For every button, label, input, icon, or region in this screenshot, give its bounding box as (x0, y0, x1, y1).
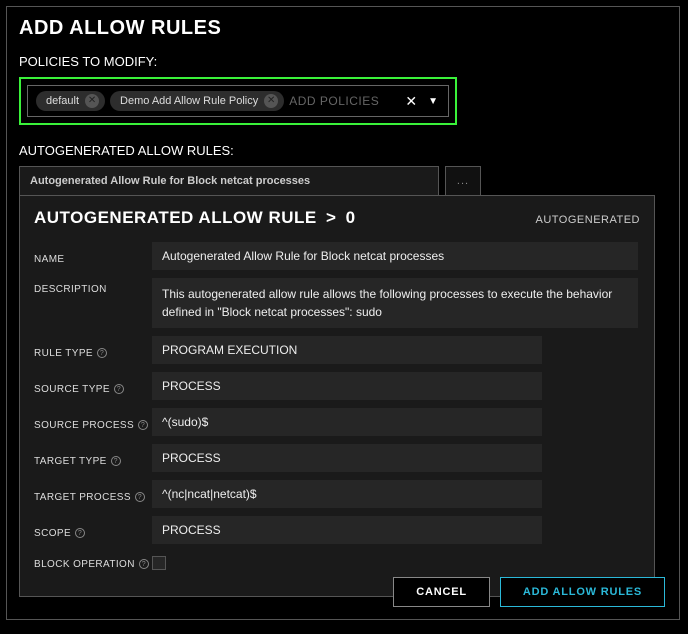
more-tabs-button[interactable]: ... (445, 166, 481, 196)
rule-title: AUTOGENERATED ALLOW RULE > 0 (34, 208, 356, 228)
help-icon[interactable]: ? (97, 348, 107, 358)
rule-details-panel: AUTOGENERATED ALLOW RULE > 0 AUTOGENERAT… (19, 195, 655, 597)
help-icon[interactable]: ? (111, 456, 121, 466)
dialog-footer: CANCEL ADD ALLOW RULES (393, 577, 665, 607)
block-operation-checkbox[interactable] (152, 556, 166, 570)
policy-chip: default ✕ (36, 91, 105, 111)
breadcrumb-separator: > (322, 208, 340, 227)
field-block-operation: BLOCK OPERATION ? (34, 552, 640, 570)
field-name: NAME Autogenerated Allow Rule for Block … (34, 242, 640, 270)
dialog-title: ADD ALLOW RULES (19, 17, 667, 40)
policies-input-container[interactable]: default ✕ Demo Add Allow Rule Policy ✕ A… (27, 85, 449, 117)
help-icon[interactable]: ? (138, 420, 148, 430)
autogen-tabs: Autogenerated Allow Rule for Block netca… (19, 166, 667, 196)
policy-chip-label: Demo Add Allow Rule Policy (120, 95, 258, 107)
add-allow-rules-dialog: ADD ALLOW RULES POLICIES TO MODIFY: defa… (6, 6, 680, 620)
rule-header: AUTOGENERATED ALLOW RULE > 0 AUTOGENERAT… (34, 208, 640, 228)
description-input[interactable]: This autogenerated allow rule allows the… (152, 278, 638, 328)
field-label: TARGET PROCESS ? (34, 486, 152, 503)
clear-all-icon[interactable]: ✕ (401, 93, 421, 110)
autogen-rule-tab[interactable]: Autogenerated Allow Rule for Block netca… (19, 166, 439, 196)
help-icon[interactable]: ? (139, 559, 149, 569)
autogen-label: AUTOGENERATED ALLOW RULES: (19, 143, 667, 158)
source-process-value: ^(sudo)$ (152, 408, 542, 436)
rule-type-value: PROGRAM EXECUTION (152, 336, 542, 364)
cancel-button[interactable]: CANCEL (393, 577, 490, 607)
target-process-value: ^(nc|ncat|netcat)$ (152, 480, 542, 508)
field-label: DESCRIPTION (34, 278, 152, 295)
name-input[interactable]: Autogenerated Allow Rule for Block netca… (152, 242, 638, 270)
field-label: BLOCK OPERATION ? (34, 553, 152, 570)
policies-label: POLICIES TO MODIFY: (19, 54, 667, 69)
help-icon[interactable]: ? (75, 528, 85, 538)
rule-title-prefix: AUTOGENERATED ALLOW RULE (34, 208, 317, 227)
chip-remove-icon[interactable]: ✕ (85, 94, 99, 108)
policy-chip: Demo Add Allow Rule Policy ✕ (110, 91, 284, 111)
policies-highlight-box: default ✕ Demo Add Allow Rule Policy ✕ A… (19, 77, 457, 125)
field-rule-type: RULE TYPE ? PROGRAM EXECUTION (34, 336, 640, 364)
chip-remove-icon[interactable]: ✕ (264, 94, 278, 108)
field-target-type: TARGET TYPE ? PROCESS (34, 444, 640, 472)
field-label: TARGET TYPE ? (34, 450, 152, 467)
rule-title-index: 0 (346, 208, 356, 227)
field-source-process: SOURCE PROCESS ? ^(sudo)$ (34, 408, 640, 436)
policy-chip-label: default (46, 95, 79, 107)
field-scope: SCOPE ? PROCESS (34, 516, 640, 544)
autogenerated-badge: AUTOGENERATED (536, 214, 641, 226)
field-target-process: TARGET PROCESS ? ^(nc|ncat|netcat)$ (34, 480, 640, 508)
field-label: SOURCE PROCESS ? (34, 414, 152, 431)
source-type-value: PROCESS (152, 372, 542, 400)
chevron-down-icon[interactable]: ▼ (426, 96, 440, 107)
field-label: SOURCE TYPE ? (34, 378, 152, 395)
field-label: RULE TYPE ? (34, 342, 152, 359)
target-type-value: PROCESS (152, 444, 542, 472)
policies-placeholder[interactable]: ADD POLICIES (289, 94, 396, 108)
help-icon[interactable]: ? (114, 384, 124, 394)
field-source-type: SOURCE TYPE ? PROCESS (34, 372, 640, 400)
field-description: DESCRIPTION This autogenerated allow rul… (34, 278, 640, 328)
help-icon[interactable]: ? (135, 492, 145, 502)
add-allow-rules-button[interactable]: ADD ALLOW RULES (500, 577, 665, 607)
scope-value: PROCESS (152, 516, 542, 544)
field-label: NAME (34, 248, 152, 265)
field-label: SCOPE ? (34, 522, 152, 539)
